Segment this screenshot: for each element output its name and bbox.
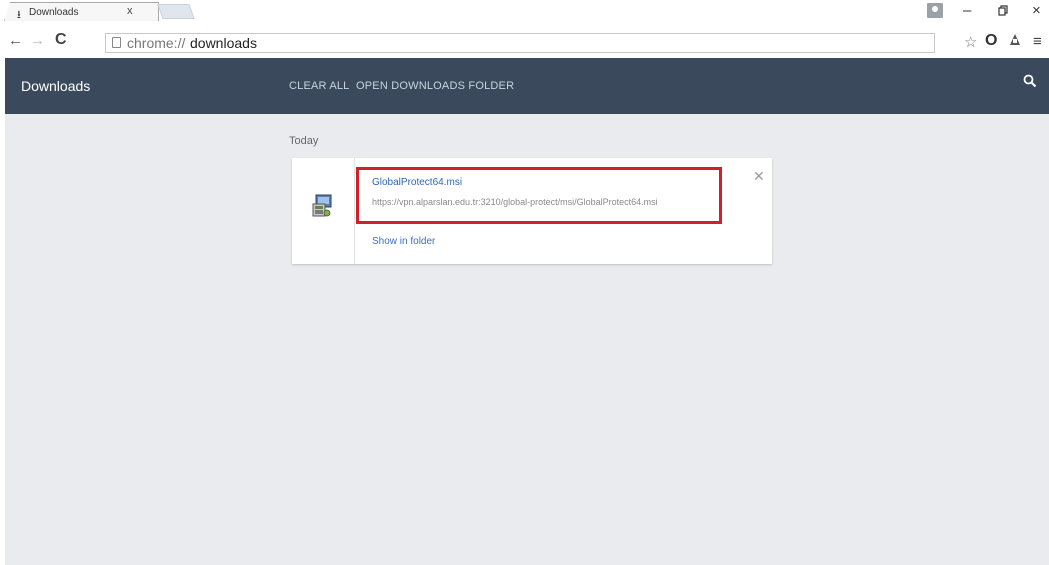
page-title: Downloads [21,78,91,94]
back-arrow-icon[interactable]: ← [8,32,23,49]
show-in-folder-link[interactable]: Show in folder [372,236,435,247]
remove-download-icon[interactable]: ✕ [753,168,765,185]
file-icon-column [292,158,355,264]
tab-downloads[interactable]: ⭳ Downloads x [4,2,159,21]
extension-icon[interactable] [1008,33,1022,51]
url-host: downloads [190,35,257,51]
page-icon [112,37,121,48]
forward-arrow-icon[interactable]: → [30,32,45,49]
maximize-button[interactable] [998,4,1009,19]
downloads-header: Downloads CLEAR ALL OPEN DOWNLOADS FOLDE… [5,58,1049,114]
download-icon: ⭳ [17,9,21,21]
profile-icon[interactable] [927,3,943,18]
menu-icon[interactable]: ≡ [1033,33,1042,50]
new-tab-button[interactable] [157,4,195,19]
minimize-button[interactable]: – [963,2,971,19]
address-bar[interactable]: chrome:// downloads [105,33,935,53]
search-icon[interactable] [1023,74,1037,88]
open-downloads-folder-button[interactable]: OPEN DOWNLOADS FOLDER [356,80,514,92]
opera-extension-icon[interactable]: O [985,32,997,50]
restore-icon [998,5,1008,16]
highlight-box [356,167,722,224]
section-date-label: Today [289,135,319,147]
close-window-button[interactable]: × [1032,2,1041,19]
reload-icon[interactable]: C [55,31,67,49]
tab-strip: ⭳ Downloads x – × [0,0,1049,32]
browser-toolbar: ← → C chrome:// downloads ☆ O ≡ [0,31,1049,56]
clear-all-button[interactable]: CLEAR ALL [289,80,350,92]
msi-installer-icon [312,194,332,217]
tab-title: Downloads [29,7,79,18]
tab-close-icon[interactable]: x [127,5,133,17]
url-scheme: chrome:// [127,35,186,51]
bookmark-star-icon[interactable]: ☆ [964,33,977,51]
